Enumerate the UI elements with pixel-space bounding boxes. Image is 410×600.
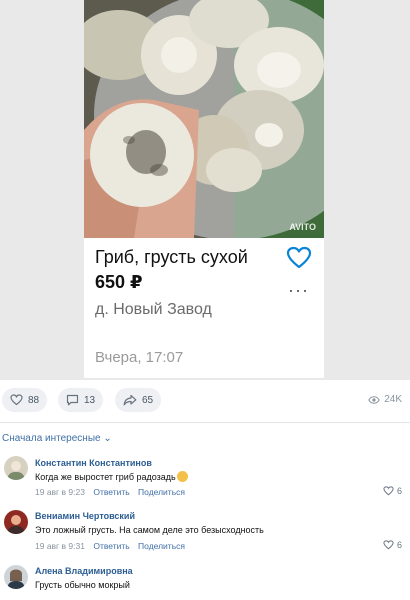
comment-time[interactable]: 19 авг в 9:31: [35, 541, 85, 551]
favorite-heart-icon[interactable]: [286, 246, 312, 270]
listing-photo[interactable]: AVITO: [84, 0, 324, 238]
comments-sort-label: Сначала интересные: [2, 433, 101, 444]
comment-text: Это ложный грусть. На самом деле это без…: [35, 525, 264, 535]
comment-text: Грусть обычно мокрый: [35, 580, 130, 590]
comment-button[interactable]: 13: [58, 388, 104, 412]
share-link[interactable]: Поделиться: [138, 487, 185, 497]
chevron-down-icon: ⌄: [103, 433, 112, 444]
like-count: 88: [28, 394, 40, 406]
comment-author[interactable]: Вениамин Чертовский: [35, 511, 135, 521]
like-button[interactable]: 88: [2, 388, 48, 412]
comment-count: 13: [84, 394, 96, 406]
share-icon: [123, 394, 137, 406]
avito-watermark: AVITO: [289, 222, 316, 232]
heart-icon: [10, 394, 23, 406]
sad-emoji-icon: [176, 471, 188, 482]
comment-like-button[interactable]: 6: [383, 540, 402, 550]
reply-link[interactable]: Ответить: [93, 487, 129, 497]
comment-like-count: 6: [396, 486, 402, 496]
comment-icon: [66, 394, 79, 406]
share-count: 65: [142, 394, 154, 406]
views-count: 24K: [384, 394, 402, 405]
listing-location: д. Новый Завод: [95, 301, 212, 318]
comment-like-count: 6: [396, 540, 402, 550]
comment-like-button[interactable]: 6: [383, 486, 402, 496]
comment-text: Когда же выростет гриб радозадь: [35, 471, 188, 482]
more-dots-icon[interactable]: ···: [288, 281, 309, 299]
comment-meta: 19 авг в 9:23 Ответить Поделиться: [35, 487, 185, 497]
share-button[interactable]: 65: [115, 388, 162, 412]
heart-icon: [383, 486, 394, 496]
post-actions-bar: 88 13 65 24K: [0, 384, 410, 416]
comments-sort-dropdown[interactable]: Сначала интересные ⌄: [2, 433, 112, 444]
listing-card[interactable]: AVITO Гриб, грусть сухой 650 ₽ ··· д. Но…: [84, 0, 324, 378]
divider: [0, 422, 410, 423]
avatar[interactable]: [4, 510, 28, 534]
listing-title[interactable]: Гриб, грусть сухой: [95, 247, 248, 268]
comment-time[interactable]: 19 авг в 9:23: [35, 487, 85, 497]
avatar[interactable]: [4, 456, 28, 480]
listing-price: 650 ₽: [95, 272, 143, 292]
eye-icon: [368, 395, 380, 404]
heart-icon: [383, 540, 394, 550]
reply-link[interactable]: Ответить: [93, 541, 129, 551]
avatar[interactable]: [4, 565, 28, 589]
share-link[interactable]: Поделиться: [138, 541, 185, 551]
post-content-area: AVITO Гриб, грусть сухой 650 ₽ ··· д. Но…: [0, 0, 410, 380]
comment-meta: 19 авг в 9:31 Ответить Поделиться: [35, 541, 185, 551]
listing-date: Вчера, 17:07: [95, 349, 184, 366]
views-counter: 24K: [368, 394, 402, 405]
comment-author[interactable]: Константин Константинов: [35, 458, 152, 468]
mushroom-photo-illustration: [84, 0, 324, 238]
comment-author[interactable]: Алена Владимировна: [35, 566, 133, 576]
